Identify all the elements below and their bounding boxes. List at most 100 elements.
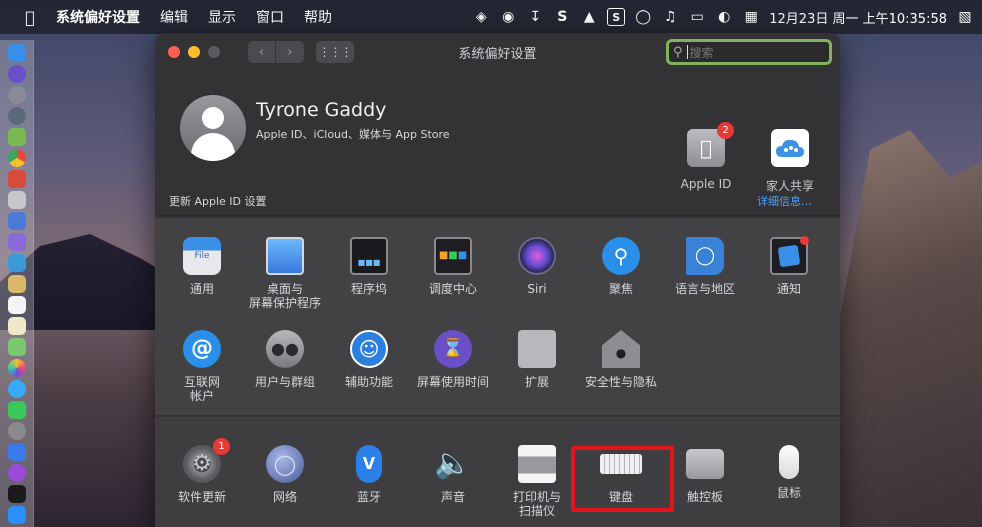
ghost-icon[interactable]: ▲ (580, 8, 598, 26)
avatar-head (202, 107, 224, 129)
pane-spotlight[interactable]: ⚲ 聚焦 (579, 237, 663, 296)
siri-icon (518, 237, 556, 275)
pane-dock[interactable]: ■■■ 程序坞 (327, 237, 411, 296)
system-preferences-window: ‹ › ⋮⋮⋮ 系统偏好设置 ⚲ 搜索 Tyrone Gaddy Apple I… (155, 33, 840, 527)
menu-app-name[interactable]: 系统偏好设置 (56, 7, 140, 27)
calendar-icon[interactable]: ▦ (742, 8, 760, 26)
pane-general[interactable]: File 通用 (160, 237, 244, 296)
siri-dock-icon[interactable] (7, 65, 26, 83)
pane-label: 声音 (440, 490, 465, 504)
family-sharing-pane[interactable]: 家人共享 (750, 129, 830, 194)
s-icon[interactable]: S (553, 8, 571, 26)
app-maps-icon[interactable] (7, 338, 26, 356)
control-center-icon[interactable]: ▧ (956, 8, 974, 26)
download-icon[interactable]: ↧ (526, 8, 544, 26)
appletv-icon[interactable] (7, 485, 26, 503)
pane-internet-accounts[interactable]: @ 互联网 帐户 (160, 330, 244, 403)
launchpad-icon[interactable] (7, 86, 26, 104)
minimize-button[interactable] (188, 46, 200, 58)
pane-trackpad[interactable]: 触控板 (663, 445, 747, 504)
app-red-icon[interactable] (7, 170, 26, 188)
pane-printers-scanners[interactable]: 打印机与 扫描仪 (495, 445, 579, 518)
at-icon: @ (183, 330, 221, 368)
user-name[interactable]: Tyrone Gaddy (256, 99, 386, 121)
hourglass-icon: ⌛ (434, 330, 472, 368)
pane-label: 互联网 帐户 (183, 375, 220, 403)
pane-desktop[interactable]: 桌面与 屏幕保护程序 (243, 237, 327, 310)
photos-icon[interactable] (7, 359, 26, 377)
finder-icon[interactable] (7, 44, 26, 62)
menu-window[interactable]: 窗口 (256, 7, 284, 27)
gear-icon: ⚙ 1 (183, 438, 230, 483)
messages-icon[interactable] (7, 380, 26, 398)
puzzle-icon (518, 330, 556, 368)
podcasts-icon[interactable] (7, 464, 26, 482)
display-icon[interactable]: ▭ (688, 8, 706, 26)
pane-bluetooth[interactable]: ᐯ 蓝牙 (327, 445, 411, 504)
menubar-clock[interactable]: 12月23日 周一 上午10:35:58 (769, 8, 947, 27)
desktop-icon (266, 237, 304, 275)
system-prefs-dock-icon[interactable] (7, 422, 26, 440)
apple-id-notice: 更新 Apple ID 设置 详细信息… (155, 186, 840, 216)
back-button[interactable]: ‹ (248, 41, 276, 63)
app-purple-icon[interactable] (7, 233, 26, 251)
printer-icon (518, 445, 556, 483)
show-all-grid-button[interactable]: ⋮⋮⋮ (316, 41, 354, 63)
close-button[interactable] (168, 46, 180, 58)
chrome-icon[interactable] (7, 149, 26, 167)
app-tools-icon[interactable] (7, 254, 26, 272)
pane-siri[interactable]: Siri (495, 237, 579, 296)
pane-sound[interactable]: 🔈 声音 (411, 445, 495, 505)
pane-network[interactable]: ◯ 网络 (243, 445, 327, 504)
pane-label: 桌面与 屏幕保护程序 (248, 282, 321, 310)
pane-label: Siri (527, 282, 547, 296)
apple-menu-icon[interactable]:  (12, 8, 48, 27)
menu-edit[interactable]: 编辑 (160, 7, 188, 27)
dock-icon: ■■■ (350, 237, 388, 275)
pane-label: 程序坞 (350, 282, 387, 296)
mouse-icon (779, 445, 799, 479)
pane-screen-time[interactable]: ⌛ 屏幕使用时间 (411, 330, 495, 389)
pane-notifications[interactable]: 通知 (747, 236, 831, 296)
pane-mouse[interactable]: 鼠标 (747, 445, 831, 500)
software-update-badge: 1 (213, 438, 230, 455)
pane-users-groups[interactable]: ●● 用户与群组 (243, 330, 327, 389)
search-field[interactable]: ⚲ 搜索 (666, 39, 832, 65)
avatar[interactable] (180, 95, 246, 161)
rocket-icon[interactable] (7, 107, 26, 125)
search-placeholder: 搜索 (689, 45, 714, 60)
details-link[interactable]: 详细信息… (757, 193, 812, 209)
pane-security-privacy[interactable]: ● 安全性与隐私 (579, 330, 663, 389)
pane-software-update[interactable]: ⚙ 1 软件更新 (160, 438, 244, 504)
pane-extensions[interactable]: 扩展 (495, 330, 579, 389)
music-icon[interactable]: ♫ (661, 8, 679, 26)
app-docs-icon[interactable] (7, 317, 26, 335)
family-cloud-icon (776, 139, 804, 157)
users-icon: ●● (266, 330, 304, 368)
facetime-icon[interactable] (7, 401, 26, 419)
globe-icon[interactable]: ◯ (634, 8, 652, 26)
fox-icon[interactable]: ◈ (472, 8, 490, 26)
nav-buttons: ‹ › (248, 41, 304, 63)
android-icon[interactable] (7, 128, 26, 146)
bluetooth-icon: ᐯ (356, 445, 382, 483)
app-blue-icon[interactable] (7, 212, 26, 230)
app-notes-icon[interactable] (7, 275, 26, 293)
menu-view[interactable]: 显示 (208, 7, 236, 27)
apple-id-pane[interactable]:  2 Apple ID (666, 122, 746, 191)
app-store-icon[interactable] (7, 506, 26, 524)
record-icon[interactable]: ◉ (499, 8, 517, 26)
menu-help[interactable]: 帮助 (304, 7, 332, 27)
app-blue2-icon[interactable] (7, 443, 26, 461)
pane-accessibility[interactable]: ☺ 辅助功能 (327, 330, 411, 389)
pane-mission-control[interactable]: ■ ■ ■ 调度中心 (411, 237, 495, 296)
pane-language-region[interactable]: ◯ 语言与地区 (663, 237, 747, 296)
forward-button[interactable]: › (276, 41, 304, 63)
app-grey-icon[interactable] (7, 191, 26, 209)
zoom-button[interactable] (208, 46, 220, 58)
app-calendar-icon[interactable] (7, 296, 26, 314)
speaker-icon: 🔈 (434, 446, 472, 481)
account-area: Tyrone Gaddy Apple ID、iCloud、媒体与 App Sto… (155, 71, 840, 193)
speed-icon[interactable]: ◐ (715, 8, 733, 26)
s-box-icon[interactable]: S (607, 8, 626, 26)
